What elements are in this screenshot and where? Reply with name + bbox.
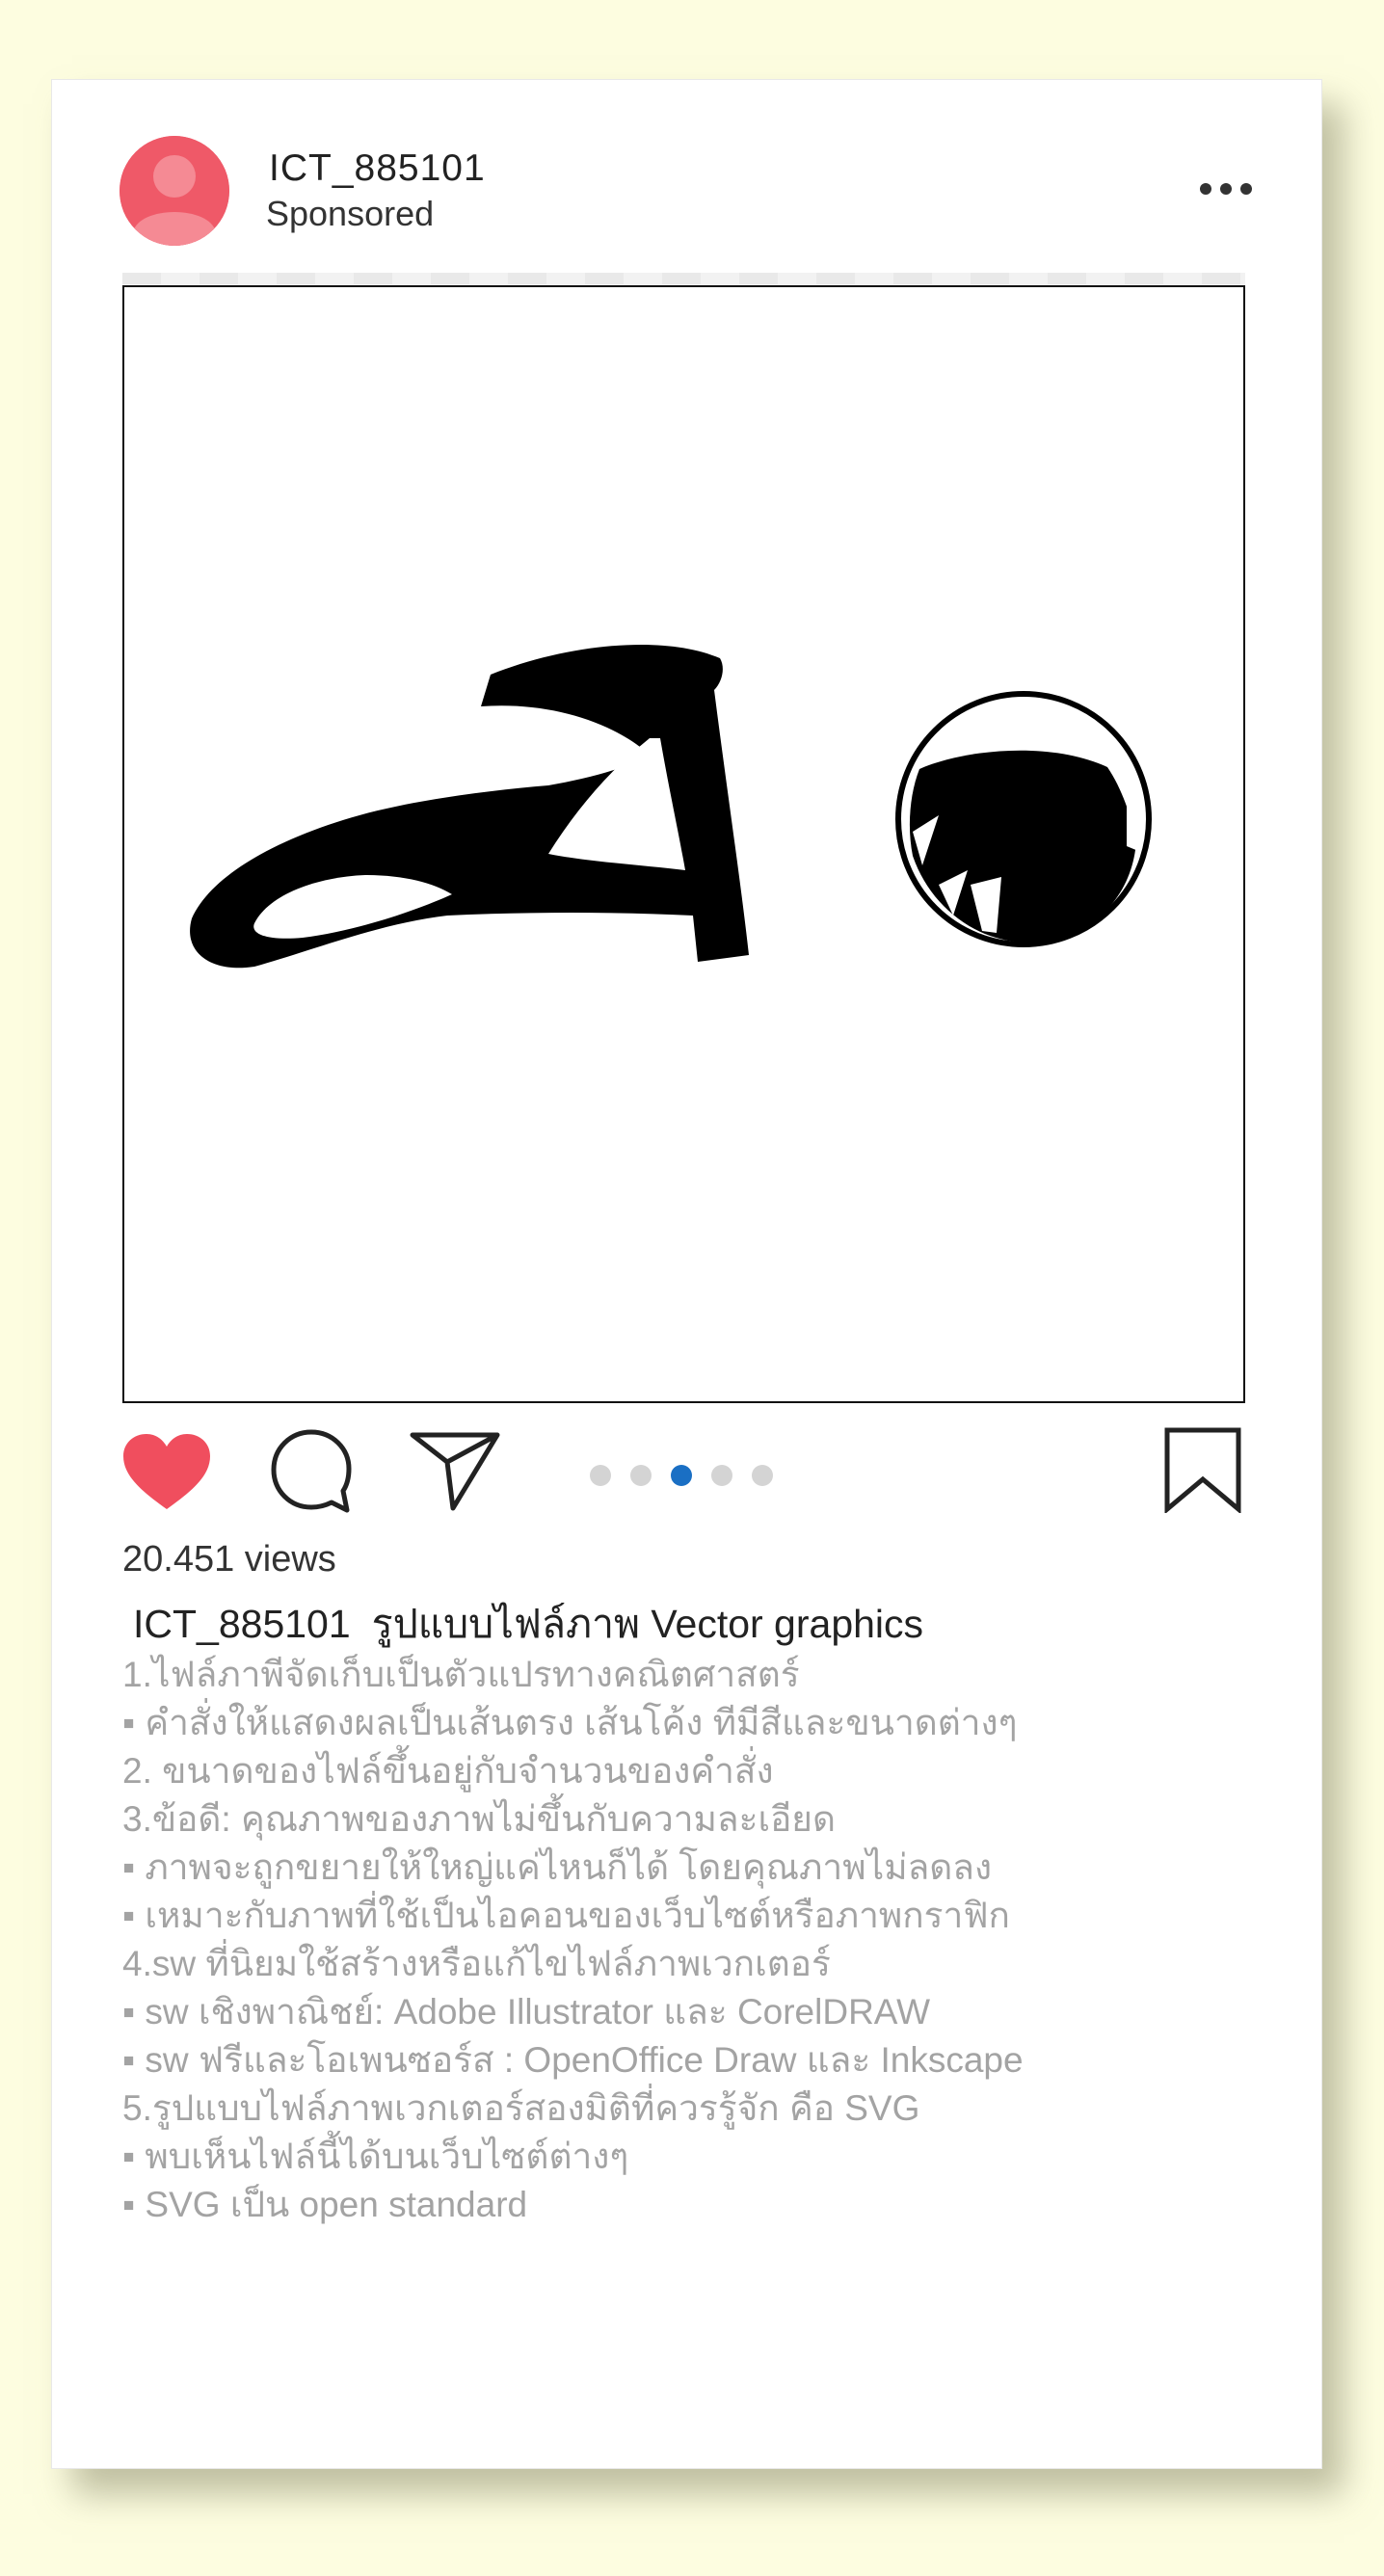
description-line: ▪ sw เชิงพาณิชย์: Adobe Illustrator และ … [122,1992,931,2032]
share-button[interactable] [409,1429,501,1512]
description-line: ▪ ภาพจะถูกขยายให้ใหญ่แค่ไหนก็ได้ โดยคุณภ… [122,1847,993,1887]
description-line: ▪ คำสั่งให้แสดงผลเป็นเส้นตรง เส้นโค้ง ที… [122,1703,1018,1742]
like-button[interactable] [121,1432,212,1511]
comment-button[interactable] [268,1427,355,1514]
post-username[interactable]: ICT_885101 [269,147,486,190]
stylised-eye [895,691,1152,947]
caption-username[interactable]: ICT_885101 [133,1602,351,1646]
carousel-dot[interactable] [590,1465,611,1486]
description-line: 5.รูปแบบไฟล์ภาพเวกเตอร์สองมิติที่ควรรู้จ… [122,2088,920,2128]
carousel-indicator [590,1465,773,1486]
heart-icon [123,1434,210,1509]
post-description: 1.ไฟล์ภาพีจัดเก็บเป็นตัวแปรทางคณิตศาสตร์… [122,1651,1024,2229]
post-caption: ICT_885101 รูปแบบไฟล์ภาพ Vector graphics [133,1593,923,1656]
avatar[interactable] [120,136,229,246]
post-card: ICT_885101 Sponsored 20.451 views ICT_88… [51,79,1322,2469]
sponsored-label: Sponsored [266,194,435,233]
description-line: 1.ไฟล์ภาพีจัดเก็บเป็นตัวแปรทางคณิตศาสตร์ [122,1655,800,1694]
carousel-dot[interactable] [630,1465,652,1486]
image-top-strip [122,273,1245,284]
save-button[interactable] [1163,1426,1242,1513]
view-count: 20.451 views [122,1539,336,1580]
caption-text: รูปแบบไฟล์ภาพ Vector graphics [371,1602,924,1646]
post-image[interactable] [122,285,1245,1403]
vector-graphics-illustration [190,644,1152,969]
person-icon [120,136,229,246]
carousel-dot-active[interactable] [671,1465,692,1486]
description-line: 2. ขนาดของไฟล์ขึ้นอยู่กับจำนวนของคำสั่ง [122,1751,774,1791]
description-line: ▪ SVG เป็น open standard [122,2185,528,2224]
description-line: ▪ เหมาะกับภาพที่ใช้เป็นไอคอนของเว็บไซต์ห… [122,1896,1010,1935]
description-line: ▪ พบเห็นไฟล์นี้ได้บนเว็บไซต์ต่างๆ [122,2137,629,2176]
carousel-dot[interactable] [711,1465,732,1486]
carousel-dot[interactable] [752,1465,773,1486]
bookmark-icon [1164,1427,1241,1513]
more-options-button[interactable] [1194,176,1262,201]
calligraphic-letter-a [190,644,749,969]
ellipsis-icon [1200,183,1252,195]
description-line: 3.ข้อดี: คุณภาพของภาพไม่ขึ้นกับความละเอี… [122,1799,837,1839]
paper-plane-icon [410,1432,500,1511]
speech-bubble-icon [271,1429,352,1513]
description-line: ▪ sw ฟรีและโอเพนซอร์ส : OpenOffice Draw … [122,2040,1024,2080]
description-line: 4.sw ที่นิยมใช้สร้างหรือแก้ไขไฟล์ภาพเวกเ… [122,1944,831,1983]
